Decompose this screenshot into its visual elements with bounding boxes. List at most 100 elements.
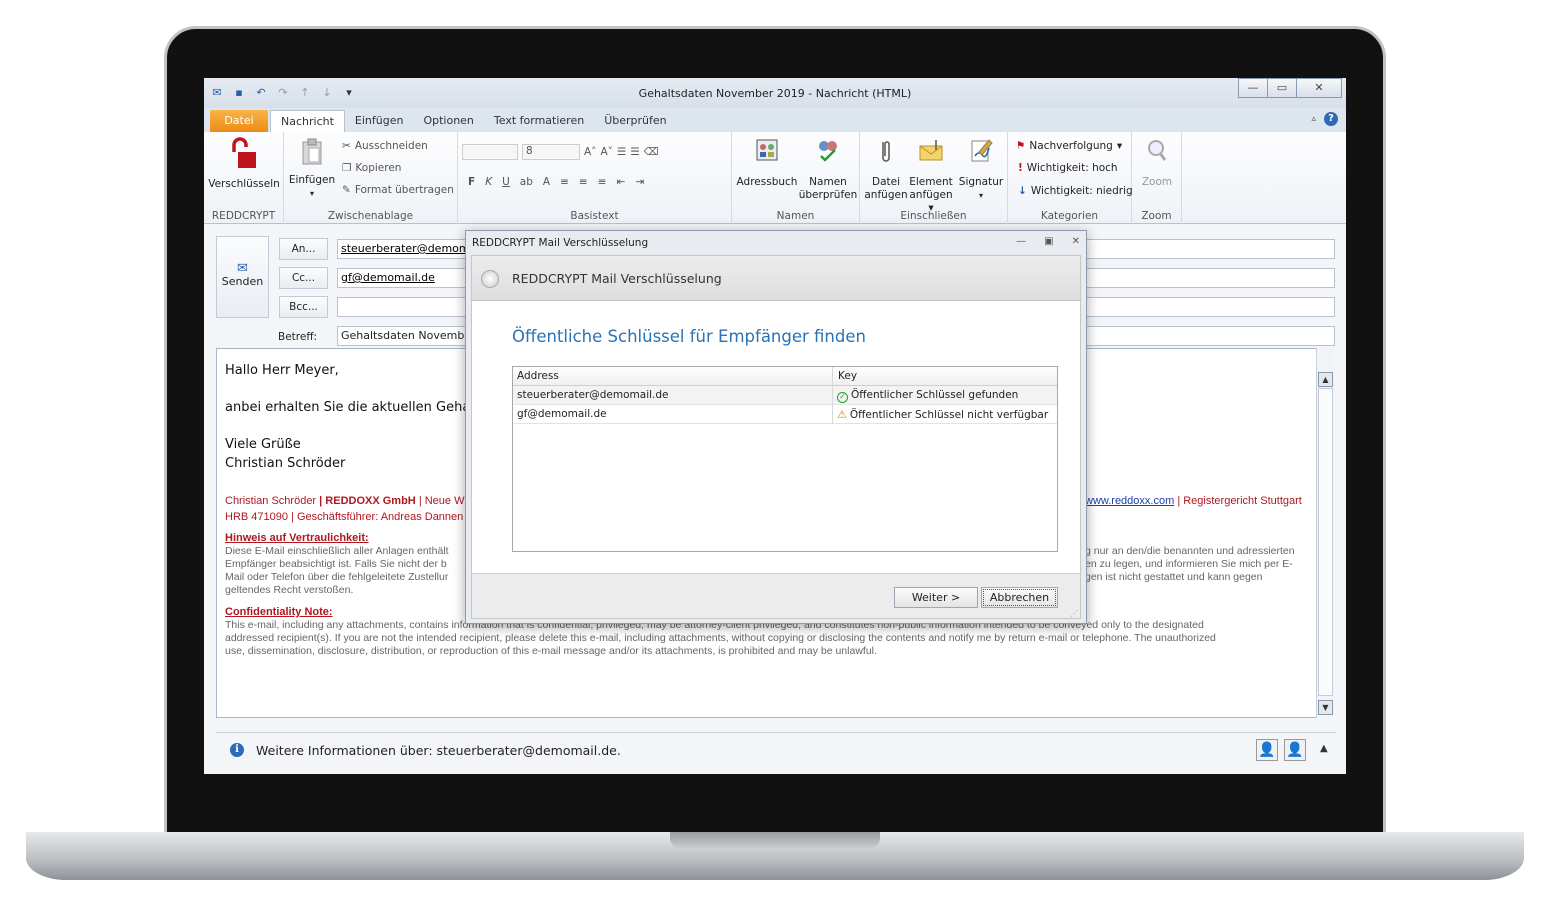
decrease-indent-icon[interactable]: ⇤	[617, 176, 626, 188]
zoom-button[interactable]: Zoom	[1136, 138, 1178, 189]
tab-optionen[interactable]: Optionen	[413, 110, 483, 132]
row-key-text: Öffentlicher Schlüssel nicht verfügbar	[849, 409, 1049, 421]
tab-ueberpruefen[interactable]: Überprüfen	[594, 110, 676, 132]
help-icon[interactable]: ?	[1324, 112, 1338, 126]
format-painter-button[interactable]: ✎ Format übertragen	[342, 184, 454, 196]
person-icon[interactable]: 👤	[1256, 739, 1278, 761]
hinweis-line: gen ist nicht gestattet und kann gegen	[1085, 571, 1263, 583]
next-button[interactable]: Weiter >	[894, 587, 978, 608]
tab-einfuegen[interactable]: Einfügen	[345, 110, 414, 132]
italic-button[interactable]: K	[485, 176, 492, 188]
table-row[interactable]: gf@demomail.de ⚠ Öffentlicher Schlüssel n…	[513, 405, 1057, 424]
format-row: F K U ab A ≡ ≡ ≡ ⇤ ⇥	[468, 176, 644, 188]
back-icon[interactable]	[481, 270, 499, 288]
dialog-maximize-icon[interactable]: ▣	[1044, 236, 1053, 247]
ribbon-right-controls: ▵ ?	[1311, 112, 1338, 126]
encrypt-button[interactable]: Verschlüsseln	[208, 136, 280, 191]
tab-datei[interactable]: Datei	[210, 110, 268, 132]
check-circle-icon: ✓	[837, 392, 848, 403]
format-painter-label: Format übertragen	[354, 184, 454, 196]
body-scrollbar[interactable]: ▲ ▼	[1316, 348, 1334, 718]
send-icon: ✉	[237, 261, 248, 276]
followup-label: Nachverfolgung	[1029, 140, 1113, 152]
cc-button[interactable]: Cc...	[279, 267, 328, 289]
shrink-font-icon[interactable]: A˅	[600, 146, 612, 158]
close-button[interactable]: ✕	[1296, 78, 1342, 98]
table-row[interactable]: steuerberater@demomail.de ✓ Öffentlicher …	[513, 386, 1057, 405]
tab-nachricht[interactable]: Nachricht	[270, 110, 345, 132]
brush-icon: ✎	[342, 184, 351, 196]
sig-register: | Registergericht Stuttgart	[1177, 495, 1302, 507]
align-right-icon[interactable]: ≡	[598, 176, 607, 188]
importance-low-label: Wichtigkeit: niedrig	[1030, 185, 1133, 197]
hinweis-line: en zu legen, und informieren Sie mich pe…	[1085, 558, 1293, 570]
attach-file-button[interactable]: Datei anfügen	[864, 138, 908, 202]
scissors-icon: ✂	[342, 140, 351, 152]
window-controls: — ▭ ✕	[1238, 78, 1342, 98]
minimize-button[interactable]: —	[1238, 78, 1268, 98]
font-size-select[interactable]: 8	[522, 144, 580, 160]
addressbook-label: Adressbuch	[736, 176, 798, 188]
signature-button[interactable]: Signatur ▾	[958, 138, 1004, 202]
copy-button[interactable]: ❐ Kopieren	[342, 162, 401, 174]
bcc-button[interactable]: Bcc...	[279, 296, 328, 318]
people-pane-bar: i Weitere Informationen über: steuerbera…	[216, 732, 1336, 766]
maximize-button[interactable]: ▭	[1267, 78, 1297, 98]
addressbook-button[interactable]: Adressbuch	[736, 138, 798, 189]
laptop-notch	[670, 832, 880, 848]
increase-indent-icon[interactable]: ⇥	[635, 176, 644, 188]
dialog-minimize-icon[interactable]: —	[1016, 236, 1026, 247]
bullets-icon[interactable]: ☰	[617, 146, 626, 158]
check-names-button[interactable]: Namen überprüfen	[798, 138, 858, 202]
group-basictext: 8 A˄ A˅ ☰ ☰ ⌫ F K U ab A ≡ ≡ ≡ ⇤ ⇥ Basis…	[458, 132, 732, 224]
send-label: Senden	[221, 275, 264, 288]
open-lock-icon	[232, 137, 256, 168]
paperclip-icon	[882, 141, 890, 162]
font-color-icon[interactable]: A	[543, 176, 550, 188]
font-row: 8 A˄ A˅ ☰ ☰ ⌫	[462, 144, 659, 160]
group-reddcrypt: Verschlüsseln REDDCRYPT	[204, 132, 284, 224]
bold-button[interactable]: F	[468, 176, 475, 188]
importance-high-button[interactable]: ! Wichtigkeit: hoch	[1018, 162, 1118, 174]
check-names-label-2: überprüfen	[798, 189, 858, 201]
cut-label: Ausschneiden	[354, 140, 428, 152]
cc-recipient: gf@demomail.de	[341, 271, 435, 284]
font-name-select[interactable]	[462, 144, 518, 160]
scroll-down-arrow[interactable]: ▼	[1318, 700, 1333, 715]
highlight-icon[interactable]: ab	[520, 176, 533, 188]
group-label-include: Einschließen	[900, 210, 967, 222]
cancel-button[interactable]: Abbrechen	[981, 587, 1058, 608]
paste-button[interactable]: Einfügen ▾	[288, 138, 336, 200]
grow-font-icon[interactable]: A˄	[584, 146, 596, 158]
collapse-ribbon-icon[interactable]: ▵	[1311, 114, 1316, 124]
importance-low-button[interactable]: ↓ Wichtigkeit: niedrig	[1018, 185, 1133, 197]
align-center-icon[interactable]: ≡	[579, 176, 588, 188]
scroll-thumb[interactable]	[1318, 388, 1333, 696]
website-link[interactable]: www.reddoxx.com	[1085, 495, 1174, 507]
clipboard-icon	[302, 138, 322, 165]
copy-icon: ❐	[342, 162, 352, 174]
encrypt-label: Verschlüsseln	[208, 178, 280, 190]
followup-button[interactable]: ⚑ Nachverfolgung ▾	[1016, 140, 1122, 152]
dialog-close-icon[interactable]: ✕	[1072, 236, 1080, 247]
person-icon[interactable]: 👤	[1284, 739, 1306, 761]
column-header-key[interactable]: Key	[838, 370, 857, 382]
column-header-address[interactable]: Address	[517, 370, 559, 382]
to-button[interactable]: An...	[279, 238, 328, 260]
sig-name: Christian Schröder	[225, 495, 317, 507]
clear-format-icon[interactable]: ⌫	[644, 146, 659, 158]
tab-text-formatieren[interactable]: Text formatieren	[484, 110, 594, 132]
group-label-basictext: Basistext	[570, 210, 619, 222]
numbering-icon[interactable]: ☰	[630, 146, 639, 158]
cut-button[interactable]: ✂ Ausschneiden	[342, 140, 428, 152]
align-left-icon[interactable]: ≡	[560, 176, 569, 188]
send-button[interactable]: ✉ Senden	[216, 236, 269, 318]
underline-button[interactable]: U	[502, 176, 510, 188]
paste-label: Einfügen	[288, 174, 336, 186]
dialog-heading: Öffentliche Schlüssel für Empfänger find…	[512, 327, 866, 346]
column-separator	[832, 405, 833, 424]
attach-item-button[interactable]: Element anfügen ▾	[906, 138, 956, 215]
scroll-up-arrow[interactable]: ▲	[1318, 372, 1333, 387]
resize-grip-icon[interactable]: ⋰	[1070, 609, 1078, 618]
expand-people-pane-icon[interactable]: ▲	[1320, 743, 1328, 754]
